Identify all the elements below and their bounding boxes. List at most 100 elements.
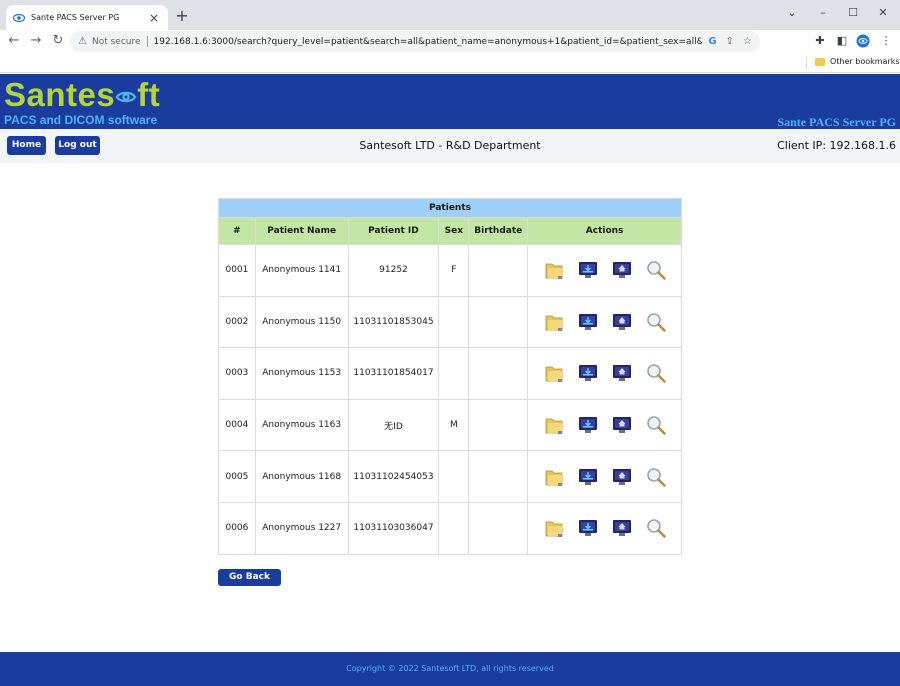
google-icon[interactable]: G: [708, 36, 716, 47]
cell-number: 0005: [218, 450, 256, 503]
cell-patient-name: Anonymous 1163: [254, 398, 349, 452]
reload-icon[interactable]: ↻: [50, 33, 66, 49]
sidepanel-icon[interactable]: ◧: [834, 33, 850, 49]
cell-number: 0003: [218, 347, 256, 400]
site-footer: Copyright © 2022 Santesoft LTD, all righ…: [0, 652, 900, 686]
upload-monitor-icon[interactable]: [611, 362, 633, 384]
folder-icon[interactable]: [543, 517, 565, 539]
logout-button[interactable]: Log out: [55, 136, 100, 155]
cell-patient-name: Anonymous 1227: [254, 501, 349, 555]
cell-number: 0004: [218, 398, 256, 452]
magnifier-icon[interactable]: [645, 466, 667, 488]
cell-sex: [438, 347, 470, 400]
cell-patient-id: 11031101853045: [347, 295, 440, 349]
download-monitor-icon[interactable]: [577, 466, 599, 488]
new-tab-icon[interactable]: +: [174, 8, 190, 24]
cell-actions: [527, 295, 682, 349]
column-header-sex[interactable]: Sex: [438, 217, 470, 245]
folder-icon[interactable]: [815, 58, 825, 66]
eye-favicon-icon: [13, 13, 25, 22]
minimize-icon[interactable]: –: [808, 3, 838, 23]
upload-monitor-icon[interactable]: [611, 466, 633, 488]
other-bookmarks-link[interactable]: Other bookmarks: [830, 57, 900, 66]
column-header-patient-name[interactable]: Patient Name: [254, 217, 349, 245]
cell-birthdate: [468, 501, 529, 555]
cell-actions: [527, 398, 682, 452]
magnifier-icon[interactable]: [645, 414, 667, 436]
column-header-birthdate[interactable]: Birthdate: [468, 217, 529, 245]
back-icon[interactable]: ←: [6, 33, 22, 49]
cell-patient-id: 11031101854017: [347, 347, 440, 400]
url-text[interactable]: 192.168.1.6:3000/search?query_level=pati…: [154, 37, 703, 47]
folder-icon[interactable]: [543, 311, 565, 333]
browser-tab[interactable]: Sante PACS Server PG ×: [6, 5, 168, 30]
table-row: 0003 Anonymous 1153 11031101854017: [218, 347, 682, 400]
folder-icon[interactable]: [543, 362, 565, 384]
folder-icon[interactable]: [543, 259, 565, 281]
cell-patient-id: 91252: [347, 244, 440, 297]
logo[interactable]: Santes ft: [4, 76, 160, 114]
upload-monitor-icon[interactable]: [611, 259, 633, 281]
security-label[interactable]: Not secure: [92, 37, 141, 47]
warning-icon[interactable]: ⚠: [78, 36, 87, 47]
download-monitor-icon[interactable]: [577, 259, 599, 281]
download-monitor-icon[interactable]: [577, 311, 599, 333]
chevron-down-icon[interactable]: ⌄: [777, 3, 807, 23]
tab-close-icon[interactable]: ×: [147, 11, 161, 25]
table-row: 0004 Anonymous 1163 无ID M: [218, 398, 682, 452]
upload-monitor-icon[interactable]: [611, 414, 633, 436]
address-bar[interactable]: ⚠ Not secure 192.168.1.6:3000/search?que…: [70, 31, 760, 52]
cell-actions: [527, 450, 682, 503]
extensions-icon[interactable]: ✚: [812, 33, 828, 49]
table-row: 0006 Anonymous 1227 11031103036047: [218, 501, 682, 555]
star-icon[interactable]: ☆: [743, 36, 752, 47]
column-header-number[interactable]: #: [218, 217, 256, 245]
download-monitor-icon[interactable]: [577, 414, 599, 436]
magnifier-icon[interactable]: [645, 517, 667, 539]
close-window-icon[interactable]: ✕: [868, 3, 898, 23]
go-back-button[interactable]: Go Back: [218, 569, 281, 586]
cell-sex: F: [438, 244, 470, 297]
omnibox-divider: [146, 36, 148, 47]
cell-number: 0006: [218, 501, 256, 555]
patients-table: Patients # Patient Name Patient ID Sex B…: [218, 198, 682, 555]
cell-patient-id: 11031102454053: [347, 450, 440, 503]
forward-icon[interactable]: →: [28, 33, 44, 49]
eye-logo-icon: [115, 91, 137, 103]
upload-monitor-icon[interactable]: [611, 517, 633, 539]
cell-birthdate: [468, 244, 529, 297]
cell-sex: [438, 501, 470, 555]
cell-patient-id: 无ID: [347, 398, 440, 452]
folder-icon[interactable]: [543, 414, 565, 436]
cell-patient-name: Anonymous 1141: [254, 244, 349, 297]
bookmarks-bar: Other bookmarks: [0, 53, 900, 73]
copyright-text: Copyright © 2022 Santesoft LTD, all righ…: [346, 664, 554, 673]
profile-icon[interactable]: [856, 34, 870, 48]
cell-actions: [527, 501, 682, 555]
magnifier-icon[interactable]: [645, 362, 667, 384]
download-monitor-icon[interactable]: [577, 362, 599, 384]
share-icon[interactable]: ⇪: [726, 36, 734, 47]
upload-monitor-icon[interactable]: [611, 311, 633, 333]
logo-subtitle: PACS and DICOM software: [4, 113, 158, 127]
table-row: 0005 Anonymous 1168 11031102454053: [218, 450, 682, 503]
maximize-icon[interactable]: ☐: [838, 3, 868, 23]
column-header-patient-id[interactable]: Patient ID: [347, 217, 440, 245]
bookmarks-divider: [806, 57, 807, 69]
folder-icon[interactable]: [543, 466, 565, 488]
home-button[interactable]: Home: [7, 136, 46, 155]
cell-birthdate: [468, 347, 529, 400]
cell-sex: [438, 295, 470, 349]
table-caption: Patients: [218, 198, 682, 218]
menu-icon[interactable]: ⋮: [878, 33, 894, 49]
table-header-row: # Patient Name Patient ID Sex Birthdate …: [218, 217, 682, 245]
tab-title: Sante PACS Server PG: [31, 13, 120, 22]
nav-bar: Santesoft LTD - R&D Department Home Log …: [0, 129, 900, 163]
cell-actions: [527, 347, 682, 400]
browser-tabstrip: Sante PACS Server PG × + ⌄ – ☐ ✕: [0, 0, 900, 30]
client-ip: Client IP: 192.168.1.6: [777, 139, 896, 152]
magnifier-icon[interactable]: [645, 259, 667, 281]
download-monitor-icon[interactable]: [577, 517, 599, 539]
magnifier-icon[interactable]: [645, 311, 667, 333]
cell-birthdate: [468, 398, 529, 452]
